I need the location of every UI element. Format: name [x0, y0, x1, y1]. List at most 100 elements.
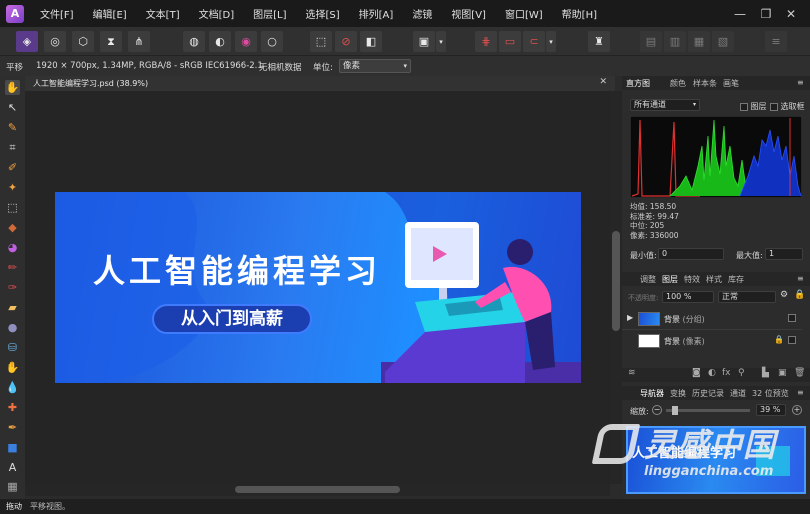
horizontal-scroll-thumb[interactable] — [235, 486, 400, 493]
live-filter-icon[interactable]: ⚲ — [738, 368, 745, 378]
arrange-front-icon[interactable]: ▧ — [712, 31, 734, 52]
panel-menu-icon[interactable]: ≡ — [797, 388, 804, 397]
tab-adjustments[interactable]: 调整 — [640, 274, 656, 285]
new-layer-icon[interactable]: ▣ — [778, 368, 787, 378]
quick-mask-dropdown-icon[interactable]: ▾ — [436, 31, 446, 52]
layer-visibility-checkbox[interactable] — [788, 336, 796, 344]
gradient-tool-icon[interactable]: ◕ — [5, 240, 20, 255]
tab-channels[interactable]: 通道 — [730, 388, 746, 399]
navigator-preview[interactable]: 人工智能编程学习 — [626, 426, 806, 494]
gear-icon[interactable]: ⚙ — [780, 290, 788, 300]
min-value-field[interactable]: 0 — [658, 248, 724, 260]
minimize-button[interactable]: — — [730, 0, 750, 27]
erase-brush-tool-icon[interactable]: ▰ — [5, 300, 20, 315]
close-button[interactable]: ✕ — [781, 0, 801, 27]
panel-menu-icon[interactable]: ≡ — [797, 274, 804, 283]
selection-brush-tool-icon[interactable]: ✐ — [5, 160, 20, 175]
tab-32bit-preview[interactable]: 32 位预览 — [752, 388, 789, 399]
flood-fill-tool-icon[interactable]: ◆ — [5, 220, 20, 235]
marquee-tool-icon[interactable]: ⬚ — [5, 200, 20, 215]
tab-navigator[interactable]: 导航器 — [640, 388, 664, 399]
opacity-field[interactable]: 100 % — [662, 291, 714, 303]
zoom-out-icon[interactable]: − — [652, 405, 662, 415]
tab-layers[interactable]: 图层 — [662, 274, 678, 285]
tab-color[interactable]: 颜色 — [670, 78, 686, 89]
horizontal-scrollbar[interactable] — [25, 484, 610, 496]
tab-effects[interactable]: 特效 — [684, 274, 700, 285]
tab-stock[interactable]: 库存 — [728, 274, 744, 285]
tab-swatches[interactable]: 样本条 — [693, 78, 717, 89]
zoom-slider-handle[interactable] — [672, 406, 678, 415]
marquee-select-icon[interactable]: ⬚ — [310, 31, 332, 52]
blend-mode-select[interactable]: 正常 — [718, 291, 776, 303]
snapping-grid-icon[interactable]: ⋕ — [475, 31, 497, 52]
crop-tool-icon[interactable]: ⌗ — [5, 140, 20, 155]
document-tab[interactable]: 人工智能编程学习.psd (38.9%) ✕ — [25, 76, 615, 91]
dodge-tool-icon[interactable]: ● — [5, 320, 20, 335]
app-logo[interactable]: A — [6, 4, 24, 23]
navigator-view-frame[interactable] — [626, 426, 806, 494]
menu-item[interactable]: 文档[D] — [199, 6, 235, 21]
align-icon[interactable]: ≡ — [765, 31, 787, 52]
tab-transform[interactable]: 变换 — [670, 388, 686, 399]
trash-icon[interactable]: 🗑 — [794, 368, 805, 378]
menu-item[interactable]: 窗口[W] — [505, 6, 543, 21]
paint-brush-tool-icon[interactable]: ✏ — [5, 260, 20, 275]
liquify-persona-icon[interactable]: ◎ — [44, 31, 66, 52]
pen-tool-icon[interactable]: ✒ — [5, 420, 20, 435]
artboard-image[interactable]: 人工智能编程学习 从入门到高薪 — [55, 192, 581, 383]
layer-lock-icon[interactable]: 🔒 — [774, 335, 784, 344]
tab-history[interactable]: 历史记录 — [692, 388, 724, 399]
zoom-in-icon[interactable]: + — [792, 405, 802, 415]
max-value-field[interactable]: 1 — [765, 248, 803, 260]
layer-visibility-checkbox[interactable] — [788, 314, 796, 322]
menu-item[interactable]: 排列[A] — [359, 6, 394, 21]
blur-tool-icon[interactable]: 💧 — [5, 380, 20, 395]
mask-icon[interactable]: ◙ — [692, 368, 701, 378]
export-persona-icon[interactable]: ⋔ — [128, 31, 150, 52]
expand-arrow-icon[interactable]: ▶ — [627, 313, 633, 322]
snapping-toggle-icon[interactable]: ▭ — [499, 31, 521, 52]
menu-item[interactable]: 编辑[E] — [93, 6, 127, 21]
restore-button[interactable]: ❐ — [756, 0, 776, 27]
menu-item[interactable]: 帮助[H] — [562, 6, 597, 21]
arrange-forward-icon[interactable]: ▦ — [688, 31, 710, 52]
tab-brushes[interactable]: 画笔 — [723, 78, 739, 89]
tab-styles[interactable]: 样式 — [706, 274, 722, 285]
fx-icon[interactable]: fx — [722, 368, 731, 378]
vertical-scrollbar[interactable] — [610, 91, 622, 484]
deselect-icon[interactable]: ⊘ — [335, 31, 357, 52]
auto-contrast-icon[interactable]: ◐ — [209, 31, 231, 52]
snapping-dropdown-icon[interactable]: ▾ — [546, 31, 556, 52]
auto-levels-icon[interactable]: ◍ — [183, 31, 205, 52]
menu-item[interactable]: 文本[T] — [146, 6, 180, 21]
flood-select-tool-icon[interactable]: ✦ — [5, 180, 20, 195]
photo-persona-icon[interactable]: ◈ — [16, 31, 38, 52]
units-select[interactable]: 像素 ▾ — [339, 59, 411, 73]
zoom-value-field[interactable]: 39 % — [756, 404, 786, 416]
healing-tool-icon[interactable]: ✚ — [5, 400, 20, 415]
channel-select[interactable]: 所有通道 ▾ — [630, 99, 700, 111]
adjustment-icon[interactable]: ◐ — [708, 368, 716, 378]
auto-white-balance-icon[interactable]: ○ — [261, 31, 283, 52]
tone-mapping-persona-icon[interactable]: ⧗ — [100, 31, 122, 52]
tab-histogram[interactable]: 直方图 — [626, 78, 650, 89]
smudge-tool-icon[interactable]: ✋ — [5, 360, 20, 375]
vertical-scroll-thumb[interactable] — [612, 231, 620, 331]
layer-checkbox[interactable] — [740, 102, 748, 111]
menu-item[interactable]: 视图[V] — [451, 6, 486, 21]
hand-tool-icon[interactable]: ✋ — [5, 80, 20, 95]
clone-tool-icon[interactable]: ⛁ — [5, 340, 20, 355]
color-picker-tool-icon[interactable]: ✎ — [5, 120, 20, 135]
assistant-icon[interactable]: ♜ — [588, 31, 610, 52]
invert-selection-icon[interactable]: ◧ — [360, 31, 382, 52]
menu-item[interactable]: 图层[L] — [253, 6, 286, 21]
zoom-slider[interactable] — [666, 406, 750, 415]
menu-item[interactable]: 滤镜 — [412, 6, 432, 21]
text-tool-icon[interactable]: A — [5, 460, 20, 475]
color-replacement-tool-icon[interactable]: ✑ — [5, 280, 20, 295]
layer-row[interactable]: ▶ 背景 (分组) — [622, 308, 802, 330]
arrange-back-icon[interactable]: ▤ — [640, 31, 662, 52]
rectangle-tool-icon[interactable]: ■ — [5, 440, 20, 455]
arrange-backward-icon[interactable]: ▥ — [664, 31, 686, 52]
